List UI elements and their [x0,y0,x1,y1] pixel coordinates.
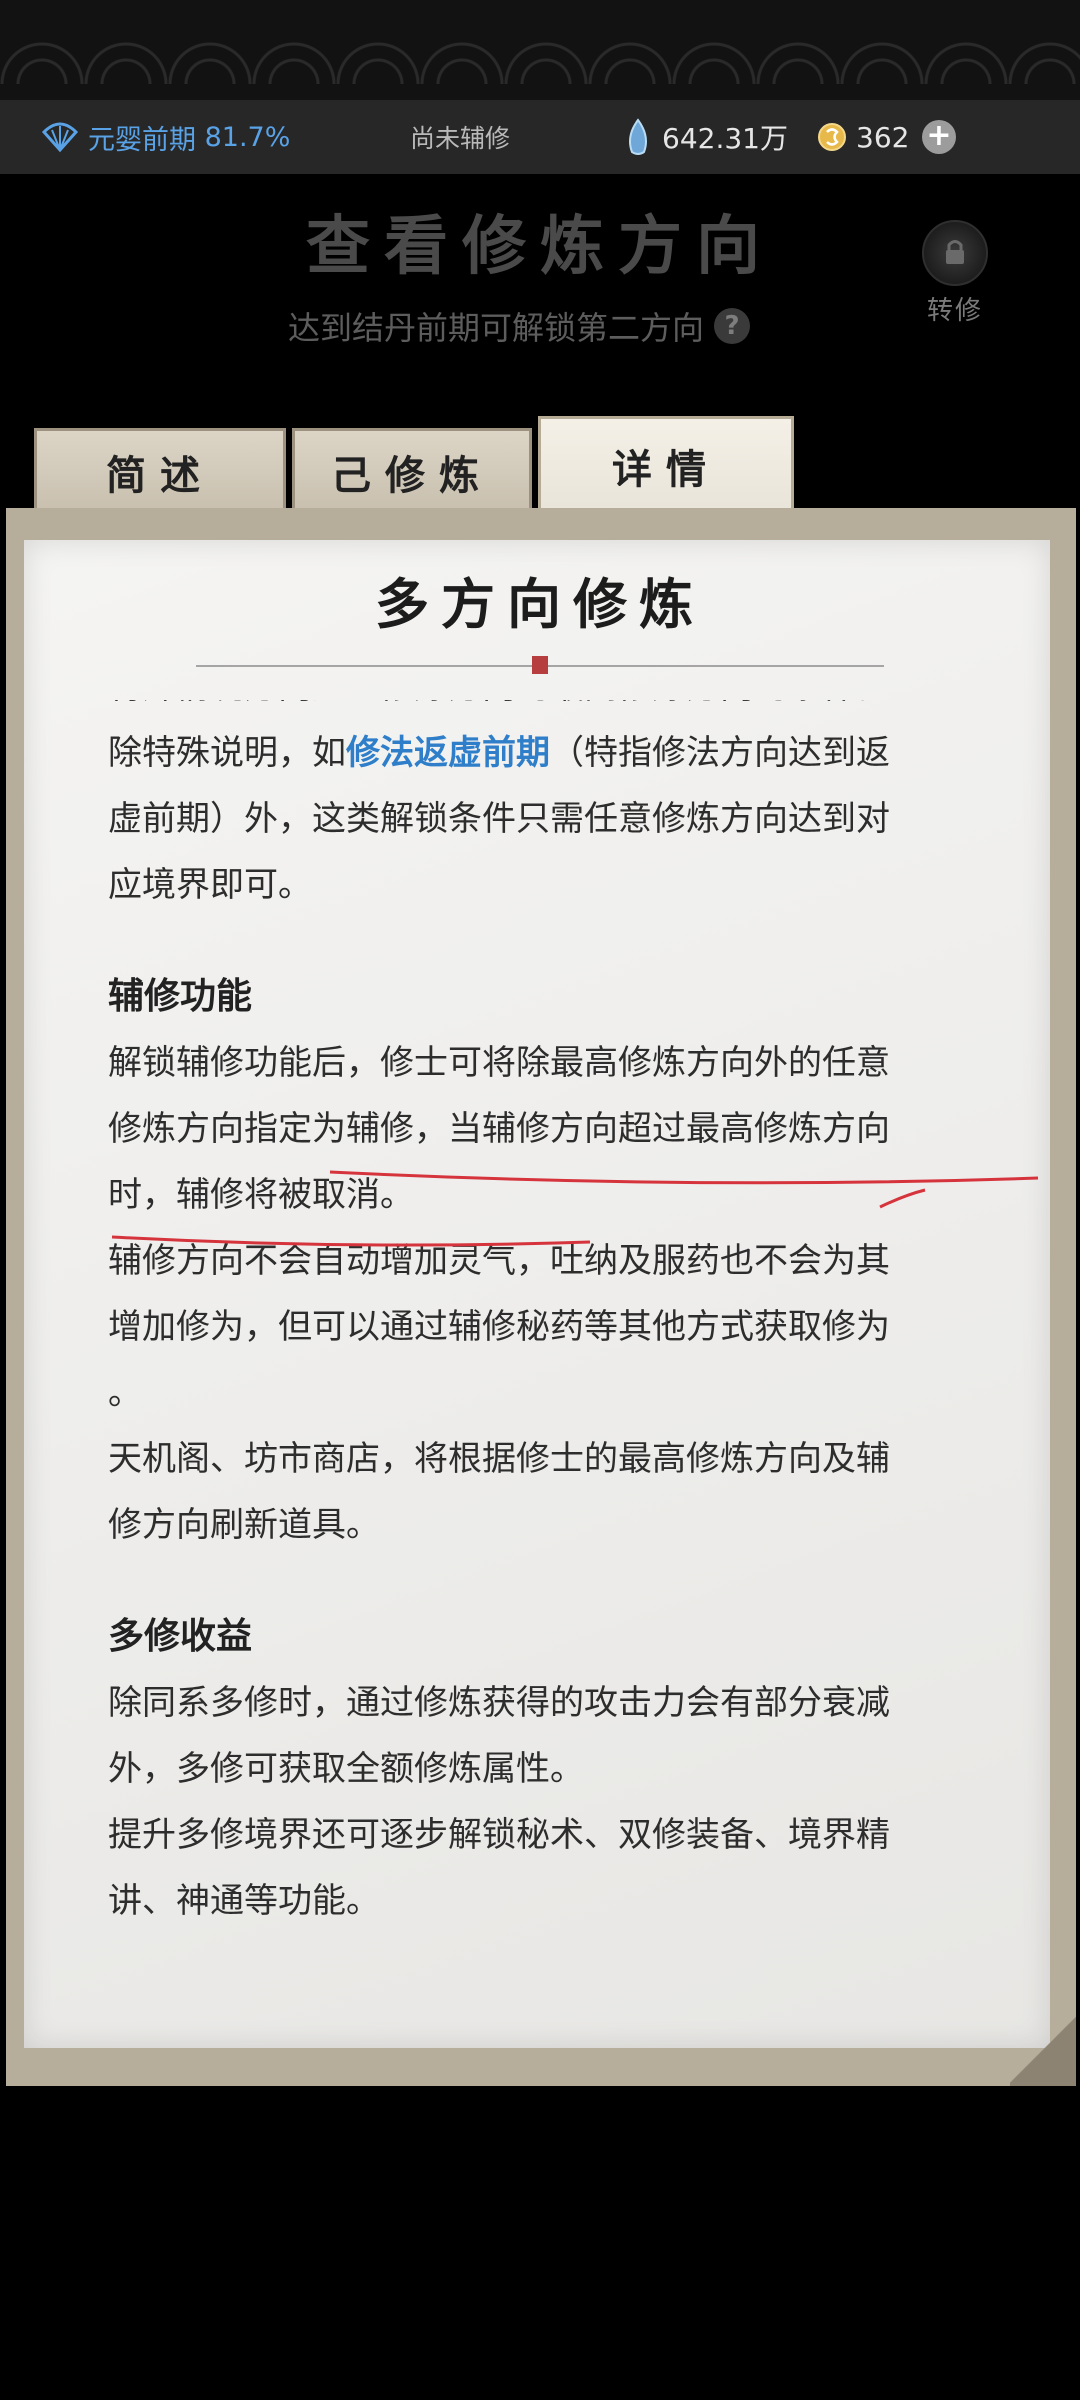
realm-progress: 81.7% [204,121,291,153]
coins-value: 362 [856,120,910,154]
transfer-label: 转修 [926,296,983,326]
spirit-stones: 642.31万 [624,117,788,157]
seal-ornament [532,656,548,674]
lock-icon [922,220,988,286]
detail-content[interactable]: 特殊情况方向达到修炼方向的最高修炼方向的条件。 除特殊说明，如修法返虚前期（特指… [108,700,980,1934]
tab-summary[interactable]: 简述 [34,428,286,512]
page-curl [1010,2012,1076,2086]
paragraph-aux-2: 辅修方向不会自动增加灵气，吐纳及服药也不会为其 增加修为，但可以通过辅修秘药等其… [108,1241,890,1413]
paragraph-multi-1: 除同系多修时，通过修炼获得的攻击力会有部分衰减 外，多修可获取全额修炼属性。 [108,1683,890,1789]
tab-cultivated[interactable]: 己修炼 [292,428,532,512]
coins: 362 [816,121,909,154]
aux-status: 尚未辅修 [410,124,511,153]
panel-title: 多方向修炼 [375,572,705,636]
section-heading-multi: 多修收益 [108,1616,253,1657]
spirit-stones-value: 642.31万 [662,122,788,155]
add-currency-button[interactable]: + [922,120,956,154]
unlock-hint-text: 达到结丹前期可解锁第二方向 [288,309,705,347]
status-bar: 元婴前期 81.7% 尚未辅修 642.31万 362 + [0,100,1080,174]
fan-icon [41,122,79,153]
tab-details[interactable]: 详情 [538,416,794,512]
coin-icon [818,123,846,151]
realm-indicator[interactable]: 元婴前期 81.7% [40,118,290,157]
paragraph-unlock-conditions: 除特殊说明，如修法返虚前期（特指修法方向达到返 虚前期）外，这类解锁条件只需任意… [108,733,890,905]
paragraph-aux-1: 解锁辅修功能后，修士可将除最高修炼方向外的任意 修炼方向指定为辅修，当辅修方向超… [108,1043,890,1215]
transfer-button[interactable]: 转修 [905,220,1005,330]
unlock-hint: 达到结丹前期可解锁第二方向 ? [288,302,751,350]
help-icon[interactable]: ? [714,308,751,344]
partial-line: 特殊情况方向达到修炼方向的最高修炼方向的条件。 [108,700,980,720]
paragraph-aux-3: 天机阁、坊市商店，将根据修士的最高修炼方向及辅 修方向刷新道具。 [108,1439,890,1545]
section-heading-aux: 辅修功能 [108,976,253,1017]
top-decorative-band [0,0,1080,100]
realm-link[interactable]: 修法返虚前期 [346,733,550,773]
paragraph-multi-2: 提升多修境界还可逐步解锁秘术、双修装备、境界精 讲、神通等功能。 [108,1815,890,1921]
realm-label: 元婴前期 [88,124,196,156]
spirit-stone-icon [629,118,647,155]
